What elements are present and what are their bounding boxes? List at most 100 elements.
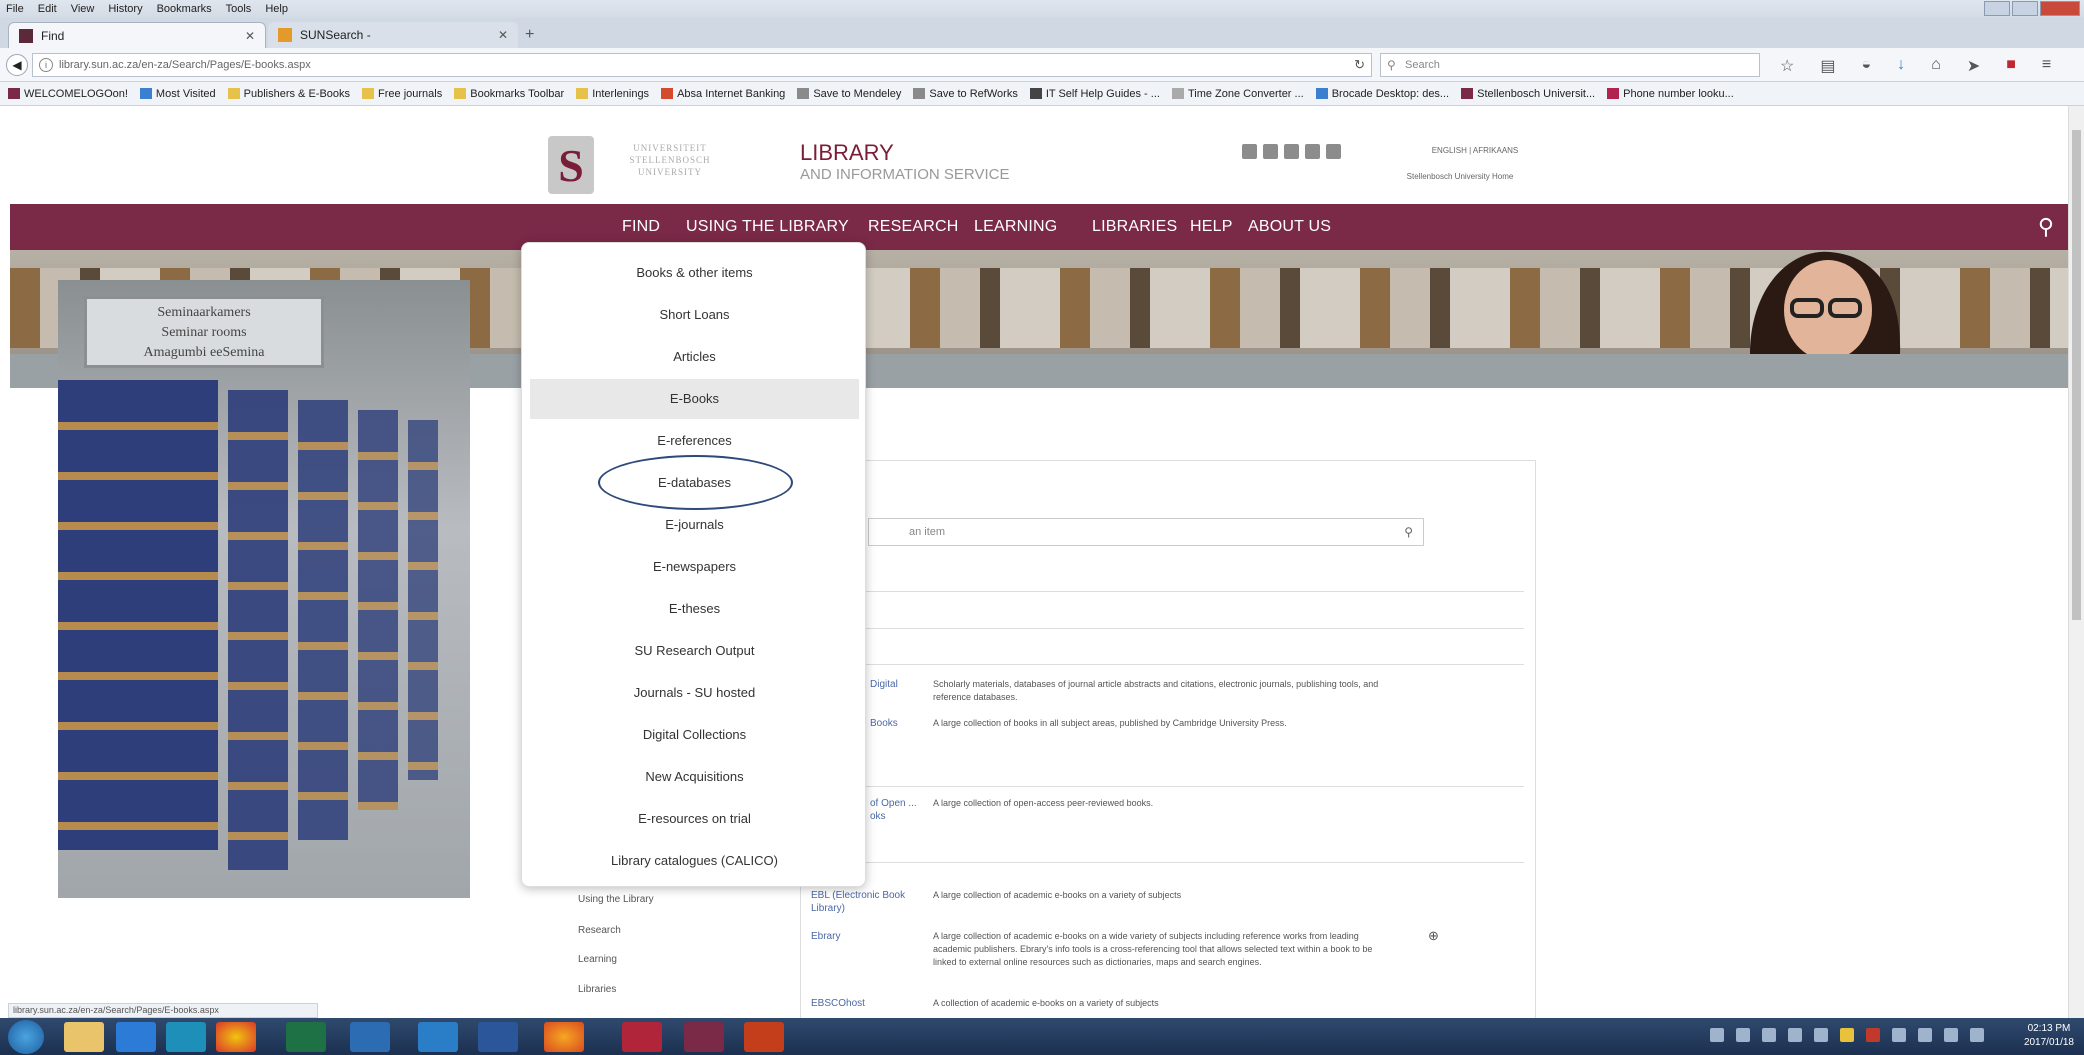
battery-icon[interactable]	[1944, 1028, 1958, 1042]
internet-explorer-icon[interactable]	[418, 1022, 458, 1052]
menu-item-e-books[interactable]: E-Books	[530, 379, 859, 419]
media-player-icon[interactable]	[116, 1022, 156, 1052]
nav-help[interactable]: HELP	[1190, 218, 1233, 236]
menu-view[interactable]: View	[71, 3, 95, 15]
page-scrollbar[interactable]	[2068, 106, 2084, 1018]
file-explorer-icon[interactable]	[64, 1022, 104, 1052]
home-icon[interactable]: ⌂	[1931, 56, 1941, 76]
database-link[interactable]: Digital	[870, 678, 898, 691]
search-icon[interactable]: ⚲	[1404, 519, 1413, 545]
database-link[interactable]: of Open ... oks	[870, 797, 930, 823]
powerpoint-icon[interactable]	[744, 1022, 784, 1052]
menu-item-new-acquisitions[interactable]: New Acquisitions	[530, 757, 859, 797]
minimize-button[interactable]	[1984, 1, 2010, 16]
scrollbar-thumb[interactable]	[2072, 130, 2081, 620]
bookmark-folder[interactable]: Bookmarks Toolbar	[454, 88, 564, 100]
tray-icon[interactable]	[1736, 1028, 1750, 1042]
network-icon[interactable]	[1892, 1028, 1906, 1042]
bookmark-item[interactable]: Absa Internet Banking	[661, 88, 785, 100]
tray-icon[interactable]	[1866, 1028, 1880, 1042]
outlook-app-icon[interactable]	[350, 1022, 390, 1052]
blog-icon[interactable]	[1326, 144, 1341, 159]
database-link[interactable]: Ebrary	[811, 930, 840, 943]
tray-icon[interactable]	[1814, 1028, 1828, 1042]
tray-icon[interactable]	[1762, 1028, 1776, 1042]
bookmark-item[interactable]: Save to Mendeley	[797, 88, 901, 100]
nav-using-the-library[interactable]: USING THE LIBRARY	[686, 218, 849, 236]
app-icon[interactable]	[622, 1022, 662, 1052]
expand-icon[interactable]: ⊕	[1428, 928, 1439, 944]
browser-search-input[interactable]: ⚲ Search	[1380, 53, 1760, 77]
menu-item-su-research-output[interactable]: SU Research Output	[530, 631, 859, 671]
word-icon[interactable]	[478, 1022, 518, 1052]
menu-item-short-loans[interactable]: Short Loans	[530, 295, 859, 335]
library-title[interactable]: LIBRARY	[800, 140, 894, 166]
url-bar[interactable]: i library.sun.ac.za/en-za/Search/Pages/E…	[32, 53, 1372, 77]
menu-item-journals-su-hosted[interactable]: Journals - SU hosted	[530, 673, 859, 713]
youtube-icon[interactable]	[1284, 144, 1299, 159]
nav-research[interactable]: RESEARCH	[868, 218, 959, 236]
menu-tools[interactable]: Tools	[226, 3, 252, 15]
nav-learning[interactable]: LEARNING	[974, 218, 1057, 236]
facebook-icon[interactable]	[1242, 144, 1257, 159]
bookmark-item[interactable]: WELCOMELOGOon!	[8, 88, 128, 100]
database-link[interactable]: EBL (Electronic Book Library)	[811, 889, 931, 915]
tray-icon[interactable]	[1710, 1028, 1724, 1042]
tab-sunsearch[interactable]: SUNSearch - ✕	[268, 22, 518, 48]
catalogue-search-input[interactable]: an item ⚲	[868, 518, 1424, 546]
bookmark-folder[interactable]: Publishers & E-Books	[227, 88, 350, 100]
new-tab-button[interactable]: +	[525, 26, 534, 44]
reading-list-icon[interactable]: ▤	[1820, 56, 1835, 76]
linkedin-icon[interactable]	[1305, 144, 1320, 159]
menu-item-library-catalogues[interactable]: Library catalogues (CALICO)	[530, 841, 859, 881]
firefox-icon[interactable]	[544, 1022, 584, 1052]
menu-item-e-resources-trial[interactable]: E-resources on trial	[530, 799, 859, 839]
bookmark-item[interactable]: Time Zone Converter ...	[1171, 88, 1304, 100]
system-clock[interactable]: 02:13 PM 2017/01/18	[2024, 1022, 2074, 1050]
maximize-button[interactable]	[2012, 1, 2038, 16]
close-tab-icon[interactable]: ✕	[245, 29, 255, 43]
nav-libraries[interactable]: LIBRARIES	[1092, 218, 1177, 236]
close-tab-icon[interactable]: ✕	[498, 28, 508, 42]
menu-help[interactable]: Help	[265, 3, 288, 15]
menu-bookmarks[interactable]: Bookmarks	[157, 3, 212, 15]
bookmark-item[interactable]: Phone number looku...	[1607, 88, 1734, 100]
bookmark-item[interactable]: IT Self Help Guides - ...	[1029, 88, 1160, 100]
bookmark-folder[interactable]: Interlenings	[576, 88, 649, 100]
side-nav-libraries[interactable]: Libraries	[578, 984, 616, 995]
database-link[interactable]: EBSCOhost	[811, 997, 865, 1010]
bookmark-item[interactable]: Stellenbosch Universit...	[1461, 88, 1595, 100]
tray-icon[interactable]	[1788, 1028, 1802, 1042]
bookmark-item[interactable]: Most Visited	[139, 88, 216, 100]
language-switcher[interactable]: ENGLISH | AFRIKAANS	[1420, 146, 1530, 155]
menu-item-articles[interactable]: Articles	[530, 337, 859, 377]
start-button[interactable]	[8, 1020, 44, 1054]
addon-icon[interactable]: ■	[2006, 56, 2016, 76]
menu-history[interactable]: History	[108, 3, 142, 15]
su-logo[interactable]: S	[548, 136, 594, 194]
menu-item-e-newspapers[interactable]: E-newspapers	[530, 547, 859, 587]
database-link[interactable]: Books	[870, 717, 898, 730]
close-window-button[interactable]	[2040, 1, 2080, 16]
flag-icon[interactable]	[1918, 1028, 1932, 1042]
site-search-icon[interactable]: ⚲	[2038, 214, 2054, 240]
menu-icon[interactable]: ≡	[2042, 56, 2051, 76]
outlook-icon[interactable]	[166, 1022, 206, 1052]
bookmark-item[interactable]: Save to RefWorks	[913, 88, 1018, 100]
bookmark-folder[interactable]: Free journals	[362, 88, 442, 100]
pocket-icon[interactable]: ◒	[1861, 56, 1871, 76]
nav-find[interactable]: FIND	[622, 218, 660, 236]
menu-item-books[interactable]: Books & other items	[530, 253, 859, 293]
excel-icon[interactable]	[286, 1022, 326, 1052]
side-nav-using-library[interactable]: Using the Library	[578, 894, 654, 905]
back-button[interactable]: ◀	[6, 54, 28, 76]
university-home-link[interactable]: Stellenbosch University Home	[1380, 172, 1540, 181]
side-nav-research[interactable]: Research	[578, 925, 621, 936]
menu-file[interactable]: File	[6, 3, 24, 15]
chrome-icon[interactable]	[216, 1022, 256, 1052]
su-app-icon[interactable]	[684, 1022, 724, 1052]
menu-item-digital-collections[interactable]: Digital Collections	[530, 715, 859, 755]
menu-item-e-journals[interactable]: E-journals	[530, 505, 859, 545]
download-icon[interactable]: ↓	[1897, 56, 1905, 76]
bookmark-star-icon[interactable]: ☆	[1780, 56, 1794, 76]
